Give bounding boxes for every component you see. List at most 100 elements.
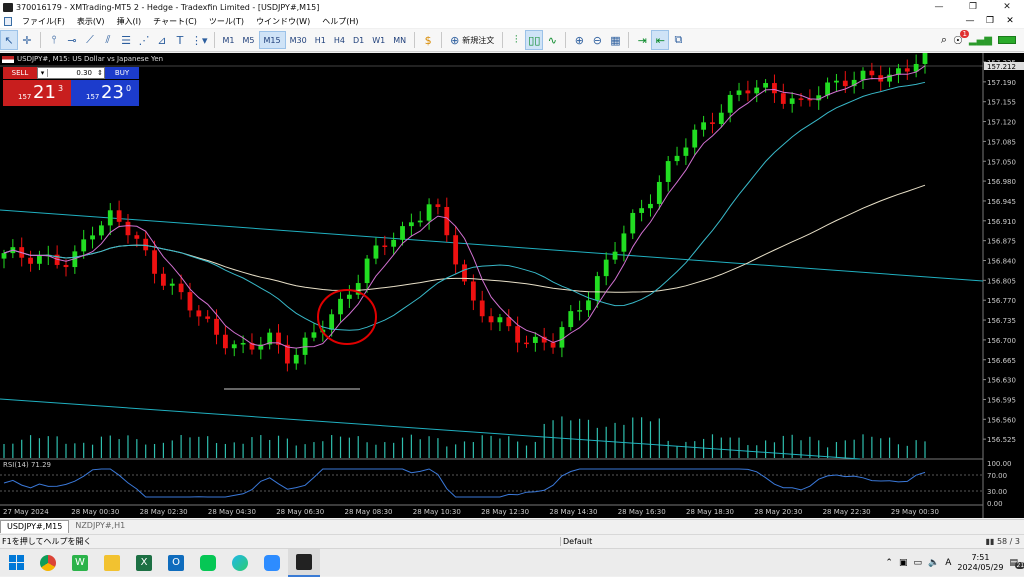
network-icon[interactable]: ▭ bbox=[913, 558, 922, 568]
candle-body[interactable] bbox=[338, 298, 343, 315]
candle-body[interactable] bbox=[745, 90, 751, 94]
timeframe-m5[interactable]: M5 bbox=[239, 31, 259, 49]
candle-body[interactable] bbox=[869, 70, 875, 76]
candle-body[interactable] bbox=[37, 255, 42, 264]
grid-icon[interactable]: ▦ bbox=[606, 30, 624, 50]
candle-body[interactable] bbox=[329, 314, 335, 330]
candle-body[interactable] bbox=[754, 87, 760, 94]
word-app-taskbar-button[interactable]: W bbox=[64, 549, 96, 577]
shapes-icon[interactable]: ⊿ bbox=[153, 30, 171, 50]
status-profile[interactable]: Default bbox=[560, 537, 920, 546]
zoom-taskbar-button[interactable] bbox=[256, 549, 288, 577]
start-button[interactable] bbox=[0, 549, 32, 577]
timeframe-h4[interactable]: H4 bbox=[330, 31, 349, 49]
candle-body[interactable] bbox=[125, 221, 131, 236]
candle-body[interactable] bbox=[648, 203, 653, 209]
candle-body[interactable] bbox=[240, 343, 246, 345]
candle-body[interactable] bbox=[532, 336, 538, 343]
maximize-button[interactable]: ❐ bbox=[956, 0, 990, 14]
menu-window[interactable]: ウインドウ(W) bbox=[250, 16, 316, 27]
timeframe-m30[interactable]: M30 bbox=[286, 31, 311, 49]
zoom-out-icon[interactable]: ⊖ bbox=[588, 30, 606, 50]
dollar-icon[interactable]: $ bbox=[419, 30, 437, 50]
candle-body[interactable] bbox=[231, 344, 237, 349]
chevron-up-icon[interactable]: ⌃ bbox=[885, 558, 893, 568]
candle-body[interactable] bbox=[99, 225, 104, 236]
candle-body[interactable] bbox=[603, 259, 609, 277]
clock[interactable]: 7:51 2024/05/29 bbox=[957, 553, 1003, 573]
fibonacci-icon[interactable]: ☰ bbox=[117, 30, 135, 50]
buy-price[interactable]: 157 23 0 bbox=[71, 80, 139, 106]
notification-icon[interactable]: ☉ 1 bbox=[953, 29, 969, 47]
timeframe-h1[interactable]: H1 bbox=[311, 31, 330, 49]
candle-body[interactable] bbox=[90, 235, 95, 240]
candle-body[interactable] bbox=[568, 311, 574, 328]
volume-field[interactable]: ▾ 0.30 ⇕ bbox=[37, 67, 105, 79]
minimize-button[interactable]: — bbox=[922, 0, 956, 14]
volume-stepper-icon[interactable]: ⇕ bbox=[96, 69, 104, 77]
excel-taskbar-button[interactable]: X bbox=[128, 549, 160, 577]
candle-body[interactable] bbox=[196, 310, 202, 317]
menu-insert[interactable]: 挿入(I) bbox=[111, 16, 148, 27]
candle-body[interactable] bbox=[497, 317, 503, 323]
edge-taskbar-button[interactable] bbox=[224, 549, 256, 577]
candle-body[interactable] bbox=[834, 80, 839, 83]
candle-body[interactable] bbox=[214, 318, 219, 335]
timeframe-w1[interactable]: W1 bbox=[368, 31, 389, 49]
candle-body[interactable] bbox=[727, 94, 733, 113]
candle-body[interactable] bbox=[382, 245, 388, 247]
candle-body[interactable] bbox=[772, 83, 777, 94]
sell-price[interactable]: 157 21 3 bbox=[3, 80, 71, 106]
vertical-line-icon[interactable]: ⫯ bbox=[45, 30, 63, 50]
candle-body[interactable] bbox=[63, 264, 69, 268]
candle-body[interactable] bbox=[665, 161, 671, 182]
tab-usdjpy-m15[interactable]: USDJPY#,M15 bbox=[0, 520, 70, 533]
candle-body[interactable] bbox=[391, 239, 397, 247]
candle-body[interactable] bbox=[400, 226, 405, 240]
candle-body[interactable] bbox=[701, 122, 707, 130]
candlestick-chart-icon[interactable]: ▯▯ bbox=[525, 30, 544, 50]
candle-body[interactable] bbox=[825, 82, 830, 96]
candle-body[interactable] bbox=[763, 83, 768, 88]
line-taskbar-button[interactable] bbox=[192, 549, 224, 577]
candle-body[interactable] bbox=[586, 300, 591, 311]
notification-center-icon[interactable]: ▤ 21 bbox=[1009, 558, 1024, 569]
candle-body[interactable] bbox=[169, 283, 175, 286]
chart-window[interactable]: 157.225157.190157.155157.120157.085157.0… bbox=[0, 53, 1024, 518]
candle-body[interactable] bbox=[683, 147, 689, 156]
tray-app-icon[interactable]: ▣ bbox=[899, 558, 908, 568]
outlook-taskbar-button[interactable]: O bbox=[160, 549, 192, 577]
candle-body[interactable] bbox=[922, 53, 928, 64]
candle-body[interactable] bbox=[417, 220, 423, 223]
candle-body[interactable] bbox=[293, 354, 299, 364]
cursor-tool-icon[interactable]: ↖ bbox=[0, 30, 18, 50]
bar-chart-icon[interactable]: ⫶ bbox=[507, 30, 525, 50]
candle-body[interactable] bbox=[116, 210, 122, 222]
candle-body[interactable] bbox=[904, 68, 910, 72]
candle-body[interactable] bbox=[134, 235, 140, 239]
volume-dropdown-icon[interactable]: ▾ bbox=[38, 69, 48, 77]
candle-body[interactable] bbox=[143, 238, 149, 251]
chart-shift-icon[interactable]: ⇤ bbox=[651, 30, 670, 50]
candle-body[interactable] bbox=[639, 208, 645, 213]
candle-body[interactable] bbox=[621, 233, 627, 252]
candle-body[interactable] bbox=[718, 112, 724, 124]
candle-body[interactable] bbox=[789, 98, 795, 104]
volume-icon[interactable]: 🔈 bbox=[928, 558, 939, 568]
zoom-in-icon[interactable]: ⊕ bbox=[570, 30, 588, 50]
candle-body[interactable] bbox=[860, 70, 866, 80]
autoscroll-icon[interactable]: ⇥ bbox=[633, 30, 651, 50]
candle-body[interactable] bbox=[780, 93, 786, 104]
text-tool-icon[interactable]: T bbox=[171, 30, 189, 50]
candle-body[interactable] bbox=[577, 310, 583, 312]
candle-body[interactable] bbox=[426, 204, 432, 221]
candle-body[interactable] bbox=[187, 292, 193, 311]
candle-body[interactable] bbox=[559, 327, 565, 348]
candle-body[interactable] bbox=[842, 80, 848, 87]
candle-body[interactable] bbox=[444, 206, 450, 236]
channel-icon[interactable]: ⫽ bbox=[99, 30, 117, 50]
candle-body[interactable] bbox=[656, 181, 662, 204]
candle-body[interactable] bbox=[435, 204, 441, 207]
crosshair-icon[interactable]: ✛ bbox=[18, 30, 36, 50]
sell-button[interactable]: SELL bbox=[3, 67, 37, 79]
